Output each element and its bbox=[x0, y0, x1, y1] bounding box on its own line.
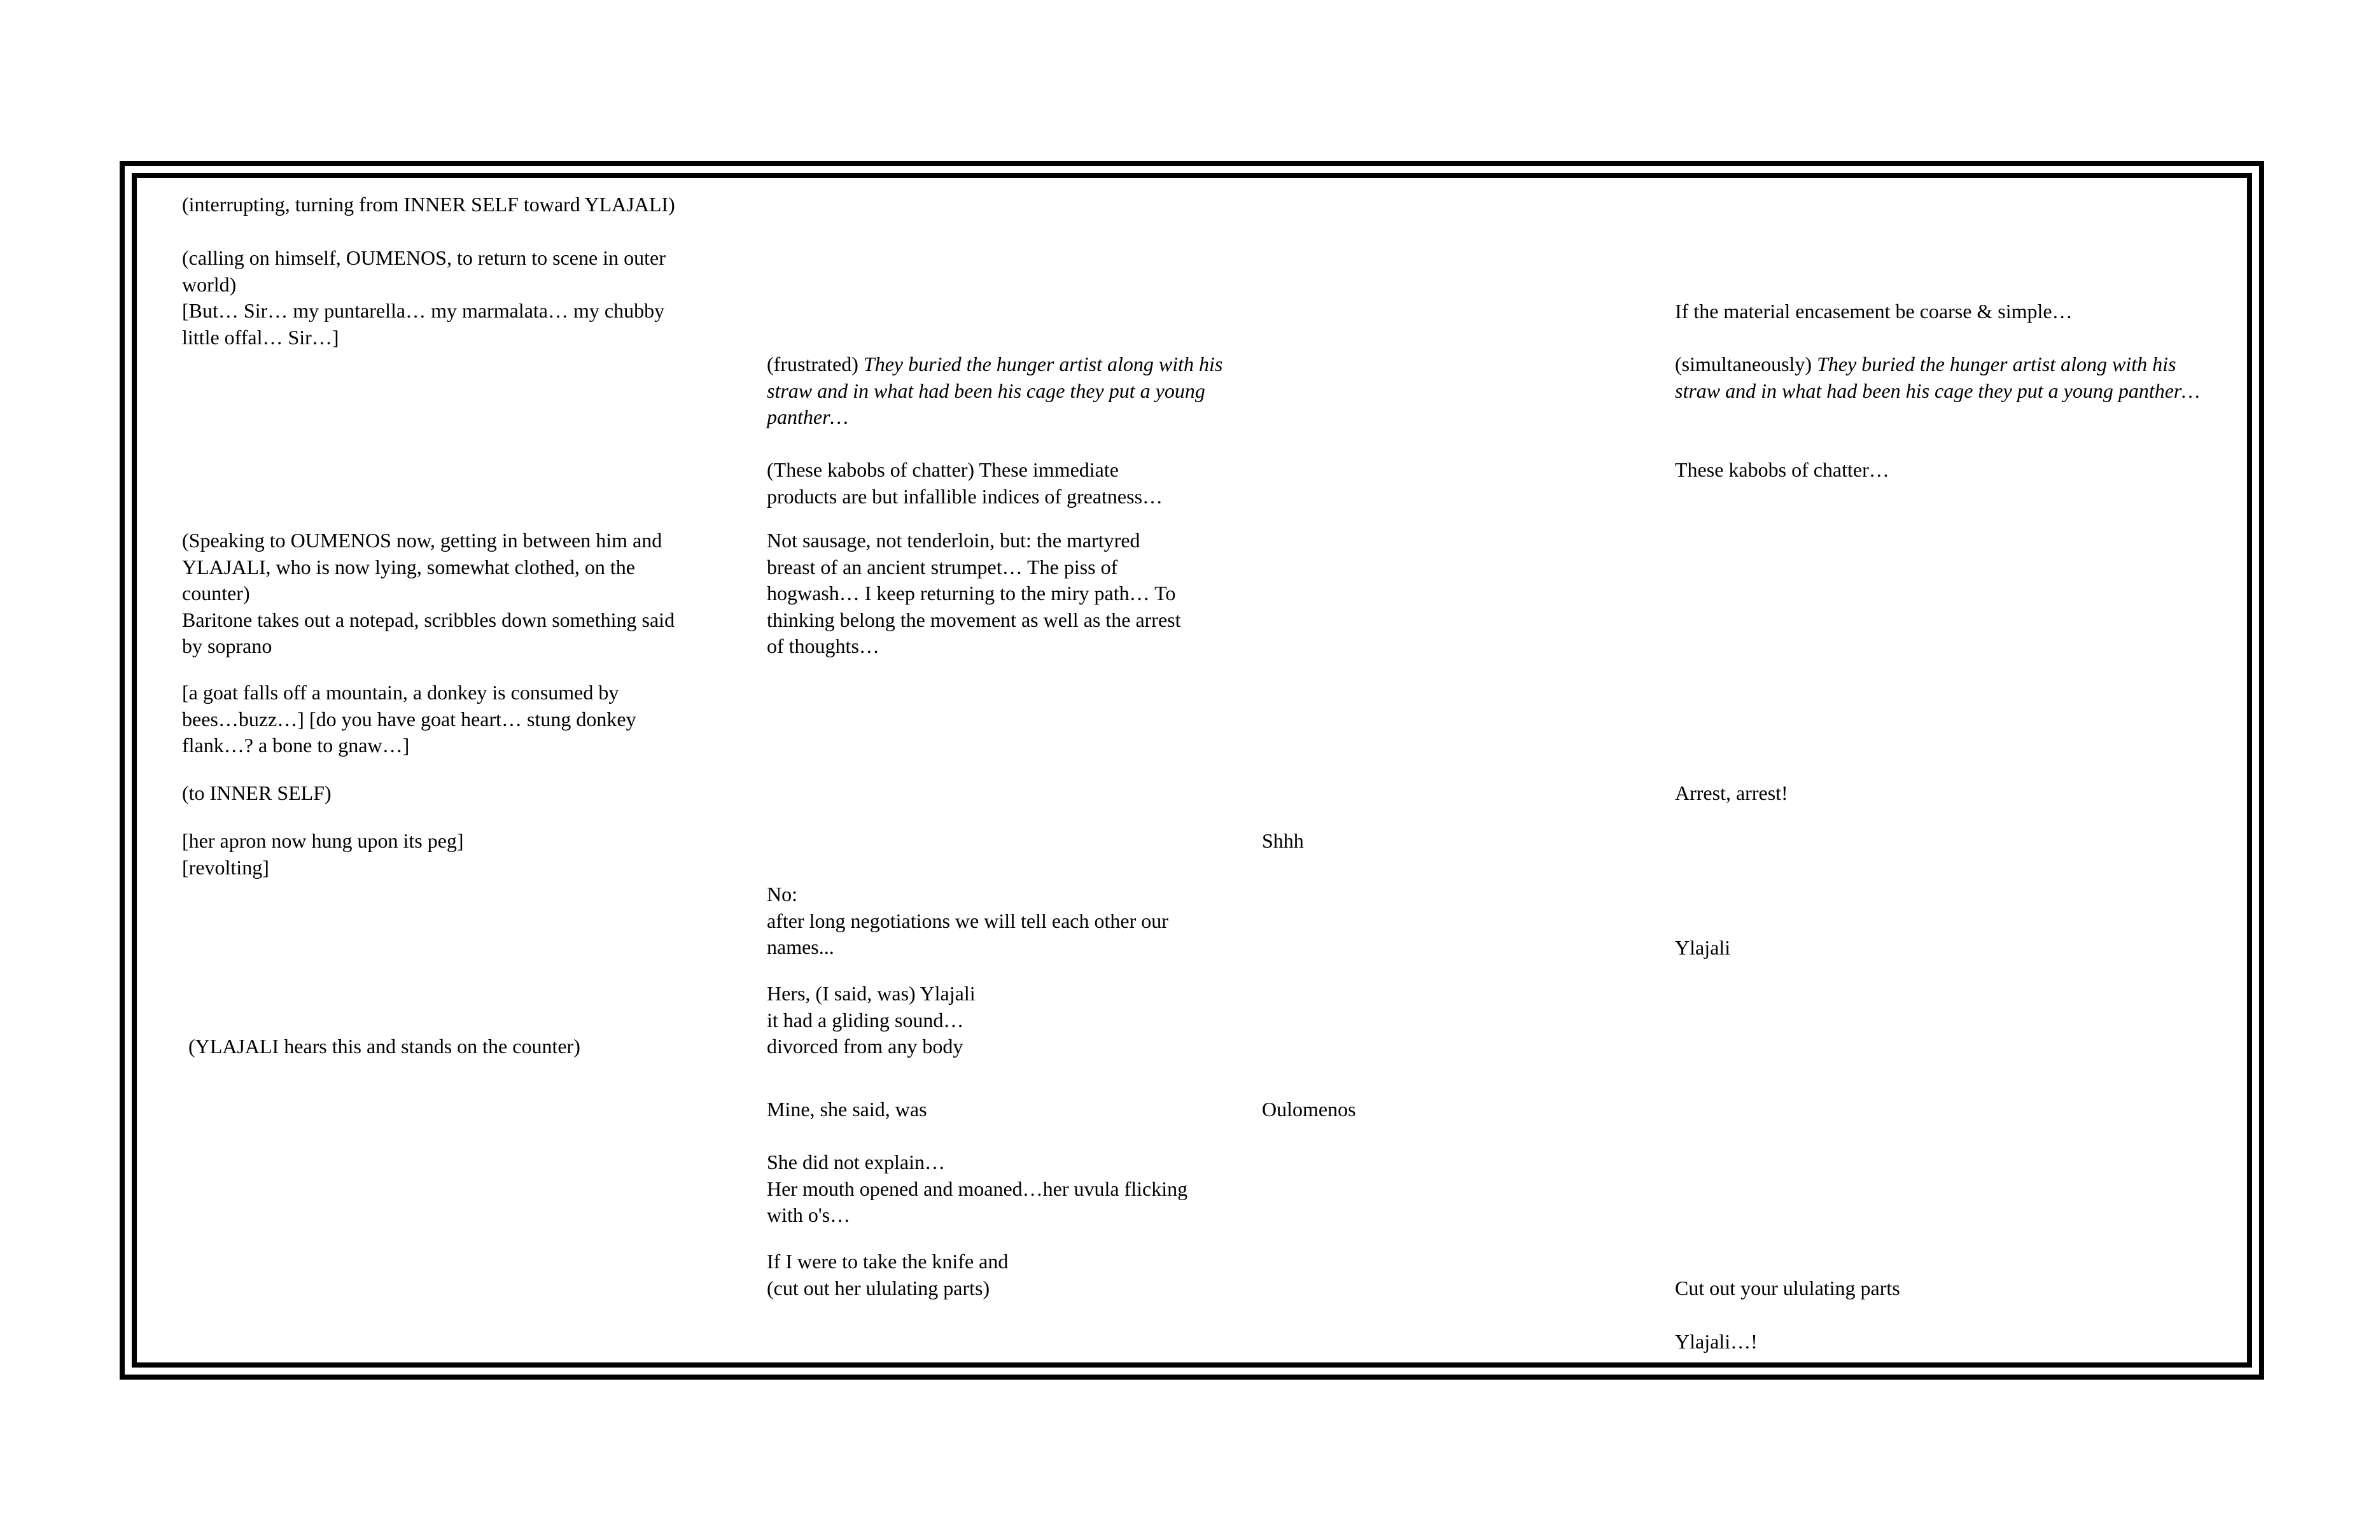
text-take-the-knife: If I were to take the knife and (cut out… bbox=[767, 1250, 1009, 1299]
text-apron: [her apron now hung upon its peg] [revol… bbox=[182, 829, 464, 879]
text-oulomenos: Oulomenos bbox=[1262, 1098, 1356, 1121]
text-mine-she-said: Mine, she said, was bbox=[767, 1098, 927, 1121]
stage-direction-speaking-to-oumenos: (Speaking to OUMENOS now, getting in bet… bbox=[182, 529, 675, 657]
text-not-sausage: Not sausage, not tenderloin, but: the ma… bbox=[767, 529, 1181, 657]
stage-direction-to-inner-self: (to INNER SELF) bbox=[182, 781, 332, 804]
text-she-did-not-explain: She did not explain… Her mouth opened an… bbox=[767, 1151, 1188, 1226]
stage-direction-interrupting: (interrupting, turning from INNER SELF t… bbox=[182, 193, 675, 216]
text-kabobs-short: These kabobs of chatter… bbox=[1675, 458, 1889, 481]
text-simultaneously-hunger-artist: (simultaneously) They buried the hunger … bbox=[1675, 353, 2200, 402]
stage-direction-ylajali-stands: (YLAJALI hears this and stands on the co… bbox=[188, 1035, 580, 1058]
text-arrest: Arrest, arrest! bbox=[1675, 781, 1788, 804]
text-goat-falls: [a goat falls off a mountain, a donkey i… bbox=[182, 681, 636, 757]
stage-direction-calling-on-himself: (calling on himself, OUMENOS, to return … bbox=[182, 246, 666, 349]
text-ylajali-exclaim: Ylajali…! bbox=[1675, 1330, 1758, 1353]
text-ylajali: Ylajali bbox=[1675, 936, 1731, 959]
text-kabobs-of-chatter: (These kabobs of chatter) These immediat… bbox=[767, 458, 1163, 508]
text-no-negotiations: No: after long negotiations we will tell… bbox=[767, 883, 1168, 958]
text-cut-out-ululating: Cut out your ululating parts bbox=[1675, 1277, 1900, 1299]
text-material-encasement: If the material encasement be coarse & s… bbox=[1675, 300, 2073, 323]
text-hers-ylajali: Hers, (I said, was) Ylajali it had a gli… bbox=[767, 982, 976, 1058]
text-frustrated-hunger-artist: (frustrated) They buried the hunger arti… bbox=[767, 353, 1223, 428]
text-shhh: Shhh bbox=[1262, 829, 1304, 852]
